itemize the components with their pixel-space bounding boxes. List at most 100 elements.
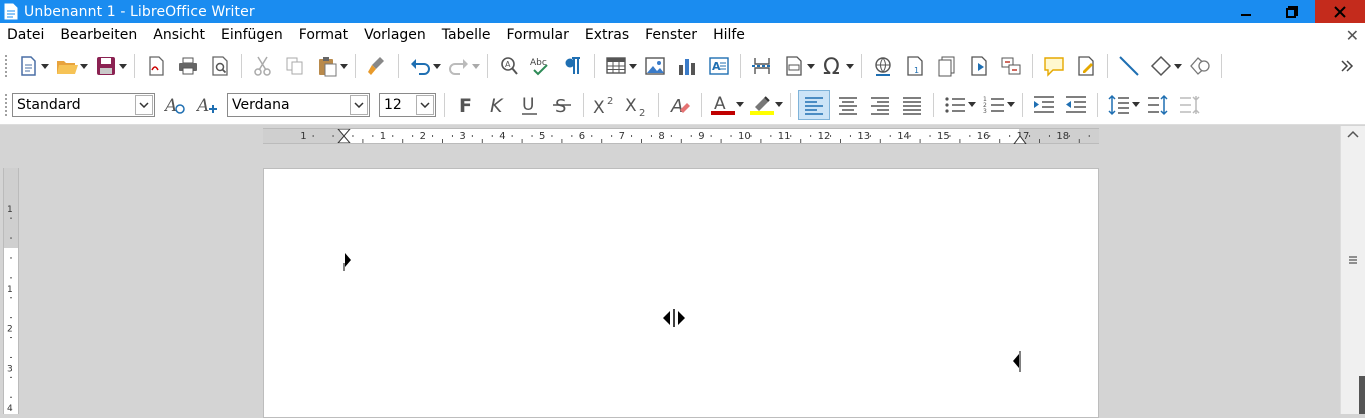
insert-image-button[interactable] <box>641 51 669 81</box>
ordered-list-button[interactable]: 123 <box>980 90 1008 120</box>
menu-format[interactable]: Format <box>299 27 348 43</box>
subscript-button[interactable]: X2 <box>623 90 651 120</box>
toolbar-overflow-button[interactable] <box>1333 51 1361 81</box>
open-button[interactable] <box>53 51 81 81</box>
insert-bookmark-button[interactable] <box>965 51 993 81</box>
insert-footnote-button[interactable]: 1 <box>901 51 929 81</box>
decrease-paragraph-spacing-button[interactable] <box>1176 90 1204 120</box>
draw-functions-button[interactable] <box>1186 51 1214 81</box>
spelling-button[interactable]: Abc <box>527 51 555 81</box>
unordered-list-button[interactable] <box>941 90 969 120</box>
restore-button[interactable] <box>1269 0 1315 23</box>
insert-special-char-button[interactable]: Ω <box>819 51 847 81</box>
undo-dropdown-caret[interactable] <box>433 51 441 81</box>
scroll-up-button[interactable] <box>1341 126 1365 142</box>
save-dropdown-caret[interactable] <box>119 51 127 81</box>
insert-chart-button[interactable] <box>673 51 701 81</box>
font-color-dropdown-caret[interactable] <box>736 90 744 120</box>
table-dropdown-caret[interactable] <box>629 51 637 81</box>
new-dropdown-caret[interactable] <box>41 51 49 81</box>
print-preview-button[interactable] <box>206 51 234 81</box>
highlight-dropdown-caret[interactable] <box>775 90 783 120</box>
increase-indent-button[interactable] <box>1030 90 1058 120</box>
print-button[interactable] <box>174 51 202 81</box>
insert-page-break-button[interactable] <box>748 51 776 81</box>
vertical-ruler[interactable]: 1 1 2 3 4 <box>3 168 19 414</box>
document-page[interactable] <box>263 168 1099 418</box>
paragraph-style-dropdown[interactable] <box>135 94 153 115</box>
menu-einfuegen[interactable]: Einfügen <box>221 27 283 43</box>
menu-vorlagen[interactable]: Vorlagen <box>364 27 426 43</box>
open-dropdown-caret[interactable] <box>80 51 88 81</box>
horizontal-ruler[interactable]: 1 1 2 3 4 5 6 7 8 9 10 11 12 13 14 15 16 17 18 <box>263 128 1099 144</box>
menu-ansicht[interactable]: Ansicht <box>153 27 205 43</box>
insert-field-button[interactable] <box>780 51 808 81</box>
cut-button[interactable] <box>249 51 277 81</box>
menu-tabelle[interactable]: Tabelle <box>442 27 491 43</box>
superscript-button[interactable]: X2 <box>591 90 619 120</box>
align-left-button[interactable] <box>798 89 830 120</box>
increase-paragraph-spacing-button[interactable] <box>1144 90 1172 120</box>
align-center-button[interactable] <box>834 90 862 120</box>
field-dropdown-caret[interactable] <box>807 51 815 81</box>
new-style-button[interactable]: A <box>193 90 221 120</box>
close-document-icon[interactable]: ✕ <box>1346 26 1359 45</box>
highlight-color-button[interactable] <box>748 90 776 120</box>
menu-bearbeiten[interactable]: Bearbeiten <box>60 27 137 43</box>
track-changes-button[interactable] <box>1072 51 1100 81</box>
find-replace-button[interactable]: A <box>495 51 523 81</box>
vertical-scrollbar[interactable] <box>1340 126 1365 414</box>
export-pdf-button[interactable] <box>142 51 170 81</box>
font-size-dropdown[interactable] <box>416 94 434 115</box>
insert-comment-button[interactable] <box>1040 51 1068 81</box>
formatting-marks-button[interactable] <box>559 51 587 81</box>
font-name-combo[interactable]: Verdana <box>227 92 370 117</box>
menu-datei[interactable]: Datei <box>7 27 44 43</box>
minimize-button[interactable] <box>1223 0 1269 23</box>
line-spacing-dropdown-caret[interactable] <box>1132 90 1140 120</box>
paste-button[interactable] <box>313 51 341 81</box>
insert-endnote-button[interactable] <box>933 51 961 81</box>
menu-fenster[interactable]: Fenster <box>645 27 697 43</box>
left-indent-marker-icon[interactable] <box>337 129 351 143</box>
update-style-button[interactable]: A <box>161 90 189 120</box>
font-color-button[interactable]: A <box>709 90 737 120</box>
font-size-combo[interactable]: 12 <box>379 92 436 117</box>
toolbar-grip[interactable] <box>4 92 8 117</box>
toolbar-grip[interactable] <box>4 54 8 78</box>
insert-textbox-button[interactable]: A <box>705 51 733 81</box>
bold-button[interactable]: F <box>452 90 480 120</box>
italic-button[interactable]: K <box>484 90 512 120</box>
clear-formatting-button[interactable]: A <box>666 90 694 120</box>
clone-formatting-button[interactable] <box>363 51 391 81</box>
insert-line-button[interactable] <box>1115 51 1143 81</box>
line-spacing-button[interactable] <box>1105 90 1133 120</box>
save-button[interactable] <box>92 51 120 81</box>
justify-button[interactable] <box>898 90 926 120</box>
redo-dropdown-caret[interactable] <box>472 51 480 81</box>
align-right-button[interactable] <box>866 90 894 120</box>
redo-button[interactable] <box>445 51 473 81</box>
numbered-list-dropdown-caret[interactable] <box>1007 90 1015 120</box>
underline-button[interactable]: U <box>516 90 544 120</box>
paste-dropdown-caret[interactable] <box>340 51 348 81</box>
menu-hilfe[interactable]: Hilfe <box>713 27 745 43</box>
undo-button[interactable] <box>406 51 434 81</box>
insert-table-button[interactable] <box>602 51 630 81</box>
font-name-dropdown[interactable] <box>350 94 368 115</box>
shapes-dropdown-caret[interactable] <box>1174 51 1182 81</box>
right-indent-marker-icon[interactable] <box>1013 134 1027 144</box>
scrollbar-grip[interactable] <box>1341 252 1365 268</box>
decrease-indent-button[interactable] <box>1062 90 1090 120</box>
close-window-button[interactable] <box>1315 0 1365 23</box>
basic-shapes-button[interactable] <box>1147 51 1175 81</box>
menu-formular[interactable]: Formular <box>507 27 569 43</box>
special-char-dropdown-caret[interactable] <box>846 51 854 81</box>
insert-cross-reference-button[interactable] <box>997 51 1025 81</box>
strikethrough-button[interactable]: S <box>548 90 576 120</box>
bullet-list-dropdown-caret[interactable] <box>968 90 976 120</box>
new-document-button[interactable] <box>14 51 42 81</box>
scroll-thumb[interactable] <box>1359 376 1365 414</box>
insert-hyperlink-button[interactable] <box>869 51 897 81</box>
menu-extras[interactable]: Extras <box>585 27 629 43</box>
